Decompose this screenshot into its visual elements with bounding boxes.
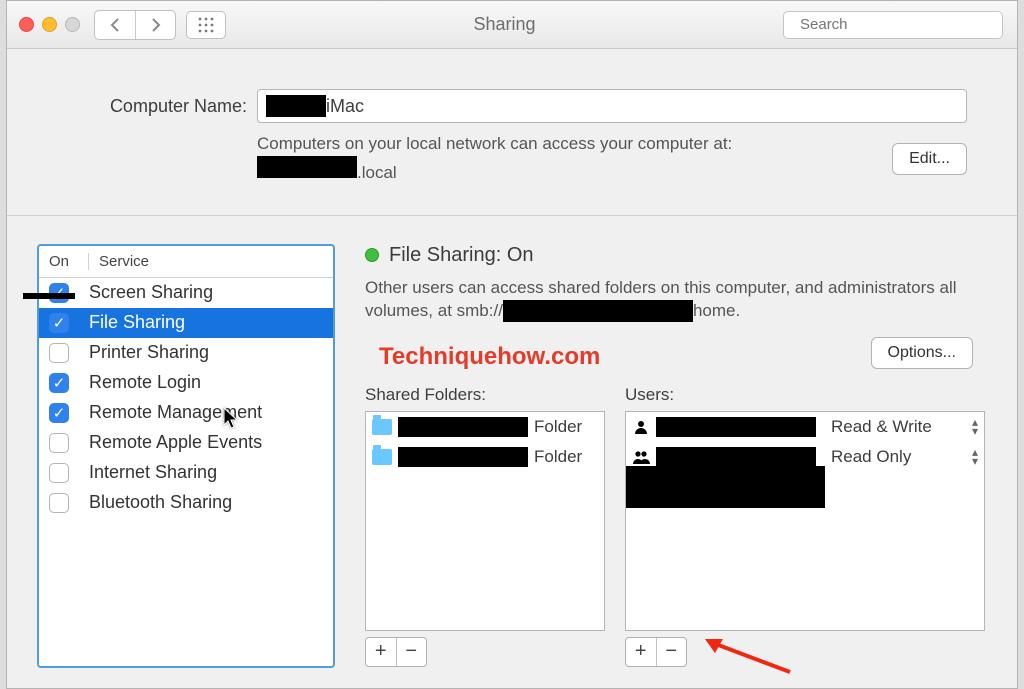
computer-name-hint: Computers on your local network can acce…	[257, 133, 837, 185]
shared-folder-row[interactable]: Folder	[366, 412, 604, 442]
redacted-text	[398, 447, 528, 467]
service-status: File Sharing: On	[365, 244, 987, 267]
service-checkbox[interactable]: ✓	[49, 313, 69, 333]
stepper-icon[interactable]: ▴▾	[968, 448, 978, 465]
remove-shared-folder-button[interactable]: −	[396, 638, 427, 666]
window-title: Sharing	[226, 14, 783, 35]
user-row[interactable]	[626, 412, 825, 442]
permissions-list[interactable]: Read & Write ▴▾ Read Only ▴▾	[825, 411, 985, 631]
users-list[interactable]	[625, 411, 825, 631]
stepper-icon[interactable]: ▴▾	[968, 418, 978, 435]
service-description: Other users can access shared folders on…	[365, 277, 987, 323]
close-window-button[interactable]	[19, 17, 34, 32]
shared-folders-title: Shared Folders:	[365, 385, 605, 405]
computer-name-section: Computer Name: iMac Computers on your lo…	[7, 49, 1017, 216]
service-label: File Sharing	[87, 312, 185, 333]
permission-row[interactable]: Read Only ▴▾	[825, 442, 984, 472]
options-button[interactable]: Options...	[871, 337, 973, 369]
service-label: Bluetooth Sharing	[87, 492, 232, 513]
shared-folders-list[interactable]: Folder Folder	[365, 411, 605, 631]
shared-folders-column: Shared Folders: Folder Folder	[365, 385, 605, 667]
service-row-printer-sharing[interactable]: Printer Sharing	[39, 338, 333, 368]
status-indicator-icon	[365, 248, 379, 262]
sharing-main: On Service ✓ Screen Sharing ✓ File Shari…	[7, 216, 1017, 688]
permission-label: Read & Write	[831, 417, 932, 437]
service-label: Remote Management	[87, 402, 262, 423]
service-detail: File Sharing: On Other users can access …	[365, 244, 987, 668]
zoom-window-button[interactable]	[65, 17, 80, 32]
service-row-file-sharing[interactable]: ✓ File Sharing	[39, 308, 333, 338]
computer-name-value: iMac	[326, 96, 364, 117]
redacted-text	[257, 156, 357, 178]
services-col-on: On	[39, 253, 89, 270]
service-label: Screen Sharing	[87, 282, 213, 303]
service-checkbox[interactable]	[49, 433, 69, 453]
service-label: Printer Sharing	[87, 342, 209, 363]
edit-hostname-button[interactable]: Edit...	[892, 143, 967, 175]
service-row-screen-sharing[interactable]: ✓ Screen Sharing	[39, 278, 333, 308]
service-checkbox[interactable]	[49, 463, 69, 483]
service-label: Remote Login	[87, 372, 201, 393]
nav-back-forward	[94, 10, 176, 40]
show-all-button[interactable]	[186, 11, 226, 39]
services-table[interactable]: On Service ✓ Screen Sharing ✓ File Shari…	[37, 244, 335, 668]
annotation-arrow-icon	[705, 637, 795, 682]
back-button[interactable]	[95, 11, 135, 39]
users-controls: + −	[625, 637, 687, 667]
users-title: Users:	[625, 385, 985, 405]
people-icon	[632, 448, 650, 466]
service-row-remote-apple-events[interactable]: Remote Apple Events	[39, 428, 333, 458]
service-checkbox[interactable]	[49, 493, 69, 513]
folder-icon	[372, 419, 392, 435]
service-row-internet-sharing[interactable]: Internet Sharing	[39, 458, 333, 488]
remove-user-button[interactable]: −	[656, 638, 687, 666]
minimize-window-button[interactable]	[42, 17, 57, 32]
redacted-text	[626, 466, 825, 508]
search-input[interactable]	[798, 15, 1001, 34]
redacted-text	[656, 417, 816, 437]
search-field[interactable]	[783, 11, 1003, 39]
shared-folder-suffix: Folder	[534, 417, 582, 437]
service-label: Internet Sharing	[87, 462, 217, 483]
service-row-bluetooth-sharing[interactable]: Bluetooth Sharing	[39, 488, 333, 518]
redacted-text	[656, 447, 816, 467]
service-label: Remote Apple Events	[87, 432, 262, 453]
forward-button[interactable]	[135, 11, 175, 39]
shared-folders-controls: + −	[365, 637, 427, 667]
services-col-service: Service	[89, 253, 149, 270]
user-row[interactable]	[626, 472, 825, 502]
service-checkbox[interactable]	[49, 343, 69, 363]
service-row-remote-login[interactable]: ✓ Remote Login	[39, 368, 333, 398]
shared-folder-suffix: Folder	[534, 447, 582, 467]
permission-row[interactable]: Read & Write ▴▾	[825, 412, 984, 442]
redacted-text	[266, 95, 326, 117]
redacted-text	[503, 300, 693, 322]
person-icon	[632, 418, 650, 436]
sharing-preferences-window: Sharing Computer Name: iMac Computers on…	[6, 0, 1018, 689]
add-user-button[interactable]: +	[626, 638, 656, 666]
shared-folder-row[interactable]: Folder	[366, 442, 604, 472]
service-row-remote-management[interactable]: ✓ Remote Management	[39, 398, 333, 428]
status-label: File Sharing: On	[389, 244, 534, 267]
users-column: Users:	[625, 385, 985, 667]
permission-label: Read Only	[831, 447, 911, 467]
add-shared-folder-button[interactable]: +	[366, 638, 396, 666]
services-table-header: On Service	[39, 246, 333, 278]
redacted-text	[398, 417, 528, 437]
computer-name-field[interactable]: iMac	[257, 89, 967, 123]
sharing-lists: Shared Folders: Folder Folder	[365, 385, 987, 667]
computer-name-label: Computer Name:	[77, 96, 247, 117]
redacted-text	[23, 293, 75, 299]
service-checkbox[interactable]: ✓	[49, 373, 69, 393]
window-titlebar: Sharing	[7, 1, 1017, 49]
folder-icon	[372, 449, 392, 465]
service-checkbox[interactable]: ✓	[49, 403, 69, 423]
traffic-lights	[7, 17, 80, 32]
